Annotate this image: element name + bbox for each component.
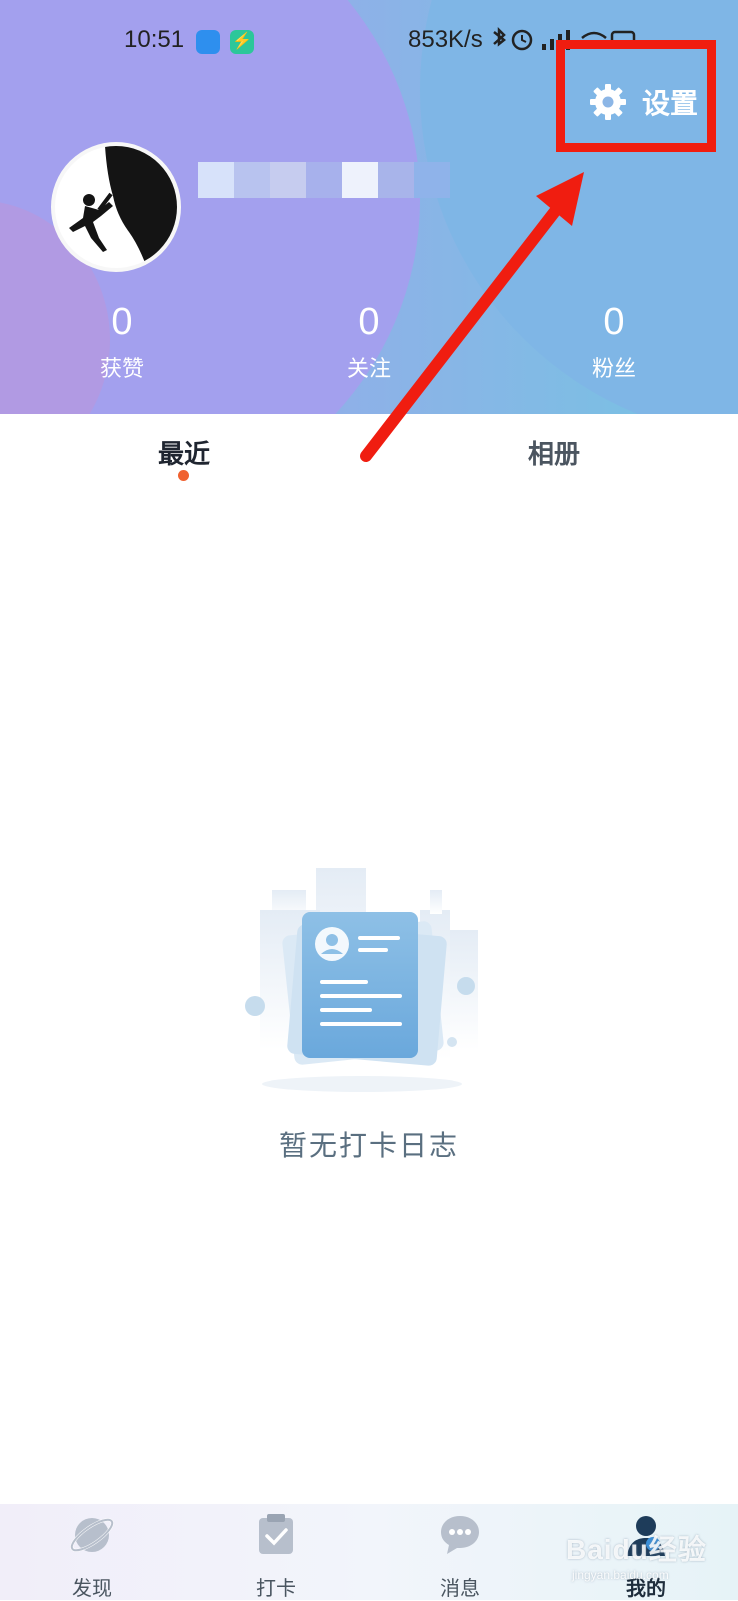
stat-likes[interactable]: 0 获赞 [62,300,182,384]
profile-stats: 0 获赞 0 关注 0 粉丝 [0,300,738,400]
watermark-url: jingyan.baidu.com [572,1568,669,1582]
stat-followers-label: 粉丝 [591,357,636,382]
nav-discover[interactable]: 发现 [42,1512,142,1601]
nav-messages-label: 消息 [440,1576,480,1600]
lightning-app-icon: ⚡ [230,30,254,54]
avatar[interactable] [51,142,181,272]
tab-album[interactable]: 相册 [484,434,624,471]
stat-following-label: 关注 [346,357,391,382]
status-time: 10:51 [124,26,185,53]
empty-log-document-icon [245,868,478,1092]
stat-followers-value: 0 [603,301,625,343]
stat-following[interactable]: 0 关注 [309,300,429,384]
nav-checkin-label: 打卡 [256,1576,296,1600]
stat-following-value: 0 [358,301,380,343]
nav-messages[interactable]: 消息 [410,1512,510,1601]
network-speed: 853K/s [408,26,483,53]
stat-followers[interactable]: 0 粉丝 [554,300,674,384]
rock-climber-avatar-icon [69,146,177,268]
nav-discover-label: 发现 [72,1576,112,1600]
annotation-highlight-box [556,40,716,152]
stat-likes-label: 获赞 [99,357,144,382]
tab-recent[interactable]: 最近 [114,434,254,471]
username-redacted [198,162,450,198]
clipboard-check-icon [259,1514,293,1554]
nav-checkin[interactable]: 打卡 [226,1512,326,1601]
empty-state-message: 暂无打卡日志 [278,1129,459,1162]
stat-likes-value: 0 [111,301,133,343]
chat-bubble-icon [441,1516,479,1554]
content-tabs: 最近 相册 [0,414,738,484]
active-tab-indicator [178,470,189,481]
chat-app-icon [196,30,220,54]
planet-icon [70,1518,114,1552]
watermark-logo: Baidu经验 [566,1534,707,1565]
